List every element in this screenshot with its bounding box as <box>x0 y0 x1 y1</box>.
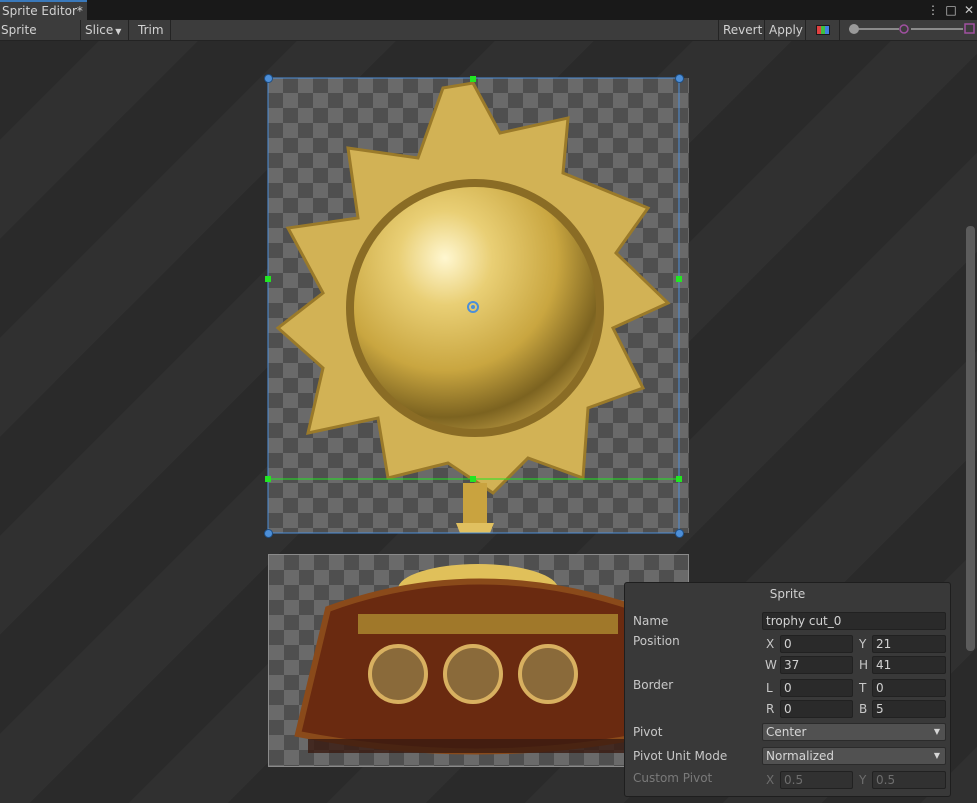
corner-handle-bottom-left[interactable] <box>264 529 273 538</box>
chevron-down-icon: ▼ <box>933 751 940 760</box>
custom-pivot-y-label: Y <box>859 773 867 787</box>
maximize-icon[interactable]: □ <box>945 0 957 20</box>
chevron-down-icon: ▼ <box>933 727 940 736</box>
position-label: Position <box>633 634 680 648</box>
border-top-field[interactable]: 0 <box>872 679 946 697</box>
slice-label: Slice <box>85 23 114 37</box>
x-axis-label: X <box>766 637 775 651</box>
h-label: H <box>859 658 869 672</box>
edge-handle-right[interactable] <box>676 276 682 282</box>
l-label: L <box>766 681 773 695</box>
close-icon[interactable]: ✕ <box>963 0 975 20</box>
custom-pivot-y-field: 0.5 <box>872 771 946 789</box>
edge-handle-left[interactable] <box>265 276 271 282</box>
name-field[interactable]: trophy cut_0 <box>762 612 946 630</box>
border-label: Border <box>633 678 674 692</box>
pivot-unit-mode-value: Normalized <box>766 749 835 763</box>
border-handle-left[interactable] <box>265 476 271 482</box>
pivot-value: Center <box>766 725 807 739</box>
window-controls: ⋮ □ ✕ <box>927 0 975 20</box>
pivot-unit-mode-label: Pivot Unit Mode <box>633 749 728 763</box>
y-axis-label: Y <box>859 637 867 651</box>
border-handle-center[interactable] <box>470 476 476 482</box>
name-label: Name <box>633 614 669 628</box>
custom-pivot-x-field: 0.5 <box>780 771 853 789</box>
revert-button[interactable]: Revert <box>718 20 765 40</box>
b-label: B <box>859 702 868 716</box>
t-label: T <box>859 681 867 695</box>
r-label: R <box>766 702 775 716</box>
rgb-channel-icon <box>816 25 830 35</box>
pivot-label: Pivot <box>633 725 663 739</box>
corner-handle-top-right[interactable] <box>675 74 684 83</box>
edge-handle-top[interactable] <box>470 76 476 82</box>
slice-dropdown[interactable]: Slice ▼ <box>81 20 129 40</box>
pivot-dropdown[interactable]: Center ▼ <box>762 723 946 741</box>
more-options-icon[interactable]: ⋮ <box>927 0 939 20</box>
border-handle-right[interactable] <box>676 476 682 482</box>
corner-handle-top-left[interactable] <box>264 74 273 83</box>
custom-pivot-label: Custom Pivot <box>633 771 713 785</box>
mip-large-icon <box>964 23 975 34</box>
sprite-inspector-panel: Sprite Name trophy cut_0 Position X 0 Y … <box>624 582 951 797</box>
position-y-field[interactable]: 21 <box>872 635 946 653</box>
mip-small-icon <box>899 24 909 34</box>
zoom-slider-handle[interactable] <box>849 24 859 34</box>
apply-button[interactable]: Apply <box>765 20 806 40</box>
color-channel-button[interactable] <box>806 20 840 40</box>
window-titlebar: Sprite Editor* ⋮ □ ✕ <box>0 0 977 20</box>
corner-handle-bottom-right[interactable] <box>675 529 684 538</box>
w-label: W <box>765 658 777 672</box>
vertical-scrollbar[interactable] <box>966 226 975 651</box>
pivot-center <box>471 305 475 309</box>
custom-pivot-x-label: X <box>766 773 775 787</box>
pivot-unit-mode-dropdown[interactable]: Normalized ▼ <box>762 747 946 765</box>
mode-dropdown[interactable]: Sprite Editor▼ <box>0 20 81 57</box>
border-bottom-field[interactable]: 5 <box>872 700 946 718</box>
position-x-field[interactable]: 0 <box>780 635 853 653</box>
zoom-sliders <box>849 23 975 34</box>
toolbar: Sprite Editor▼ Slice▼ Trim Revert Apply <box>0 20 977 57</box>
trim-button[interactable]: Trim <box>129 20 171 40</box>
tab-sprite-editor[interactable]: Sprite Editor* <box>0 0 87 20</box>
border-left-field[interactable]: 0 <box>780 679 853 697</box>
panel-title: Sprite <box>769 587 806 601</box>
height-field[interactable]: 41 <box>872 656 946 674</box>
border-right-field[interactable]: 0 <box>780 700 853 718</box>
width-field[interactable]: 37 <box>780 656 853 674</box>
chevron-down-icon: ▼ <box>115 27 122 36</box>
